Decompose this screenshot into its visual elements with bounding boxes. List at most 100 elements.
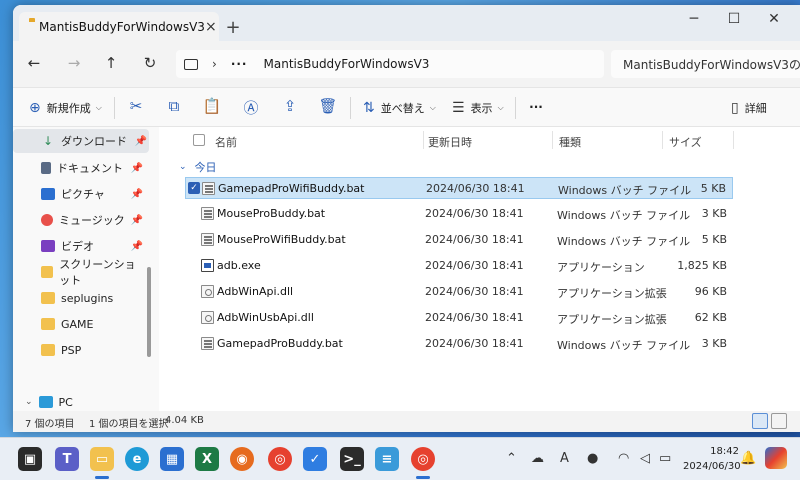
more-options-button[interactable]: ···	[525, 100, 547, 114]
column-type[interactable]: 種類	[559, 134, 581, 150]
new-button[interactable]: ⊕ 新規作成 ⌵	[29, 98, 102, 118]
ime-icon[interactable]: A	[560, 451, 569, 466]
refresh-button[interactable]: ↻	[138, 54, 162, 72]
sidebar-item-downloads[interactable]: ↓ ダウンロード 📌	[13, 129, 149, 153]
file-row[interactable]: MouseProWifiBuddy.bat 2024/06/30 18:41 W…	[185, 229, 733, 251]
volume-icon[interactable]: ◁	[640, 451, 650, 466]
view-button[interactable]: ☰ 表示 ⌵	[452, 98, 504, 118]
notepad-icon[interactable]: ≡	[375, 447, 399, 471]
search-placeholder: MantisBuddyForWindowsV3の検索	[623, 57, 800, 72]
paste-icon[interactable]: 📋	[201, 97, 223, 115]
edge-icon[interactable]: e	[125, 447, 149, 471]
file-explorer-icon[interactable]: ▭	[90, 447, 114, 471]
share-icon[interactable]: ⇪	[279, 97, 301, 115]
sort-button[interactable]: ⇅ 並べ替え ⌵	[363, 98, 436, 118]
back-button[interactable]: ←	[22, 54, 46, 72]
rename-icon[interactable]: Ⓐ	[240, 97, 262, 118]
bluetooth-icon[interactable]: ●	[587, 451, 598, 466]
new-button-label: 新規作成	[46, 102, 91, 115]
column-divider[interactable]	[552, 131, 553, 149]
sidebar-item-game[interactable]: GAME	[25, 312, 145, 336]
active-indicator	[416, 476, 430, 479]
sidebar-item-documents[interactable]: ドキュメント 📌	[25, 156, 145, 180]
title-bar: MantisBuddyForWindowsV3 × + ─ ☐ ✕	[13, 5, 800, 41]
chevron-up-icon[interactable]: ⌃	[506, 451, 517, 466]
breadcrumb-current-folder[interactable]: MantisBuddyForWindowsV3	[264, 57, 430, 71]
details-view-button[interactable]	[752, 413, 768, 429]
chrome-profile-icon[interactable]: ◎	[411, 447, 435, 471]
task-view-icon[interactable]: ▣	[18, 447, 42, 471]
store-icon[interactable]: ▦	[160, 447, 184, 471]
sort-icon: ⇅	[363, 100, 375, 116]
column-divider[interactable]	[733, 131, 734, 149]
delete-icon[interactable]: 🗑	[317, 97, 339, 115]
column-date[interactable]: 更新日時	[428, 134, 472, 150]
sidebar-item-screenshots[interactable]: スクリーンショット	[25, 258, 145, 287]
notification-bell-icon[interactable]: 🔔	[740, 451, 756, 466]
search-input[interactable]: MantisBuddyForWindowsV3の検索	[611, 50, 800, 78]
forward-button[interactable]: →	[62, 54, 86, 72]
up-button[interactable]: ↑	[99, 54, 123, 72]
maximize-button[interactable]: ☐	[716, 11, 752, 27]
details-button-label: 詳細	[744, 102, 767, 115]
close-button[interactable]: ✕	[756, 11, 792, 27]
column-divider[interactable]	[662, 131, 663, 149]
navigation-pane: ↓ ダウンロード 📌 ドキュメント 📌 ピクチャ 📌 ミュージック 📌 ビデオ …	[13, 127, 159, 411]
wifi-icon[interactable]: ◠	[618, 451, 629, 466]
excel-icon[interactable]: X	[195, 447, 219, 471]
sidebar-item-label: ピクチャ	[61, 188, 105, 201]
sidebar-item-seplugins[interactable]: seplugins	[25, 286, 145, 310]
sidebar-item-label: ミュージック	[59, 214, 125, 227]
new-tab-button[interactable]: +	[223, 17, 243, 38]
chevron-down-icon[interactable]: ⌄	[25, 397, 33, 407]
sidebar-item-pictures[interactable]: ピクチャ 📌	[25, 182, 145, 206]
file-row[interactable]: ✓ GamepadProWifiBuddy.bat 2024/06/30 18:…	[185, 177, 733, 199]
file-size: 5 KB	[700, 182, 726, 195]
terminal-icon[interactable]: >_	[340, 447, 364, 471]
breadcrumb-overflow-button[interactable]: ···	[231, 57, 248, 71]
column-size[interactable]: サイズ	[669, 134, 702, 150]
tiles-view-button[interactable]	[771, 413, 787, 429]
group-label: 今日	[194, 161, 217, 174]
minimize-button[interactable]: ─	[676, 11, 712, 27]
sidebar-item-music[interactable]: ミュージック 📌	[25, 208, 145, 232]
file-size: 5 KB	[701, 233, 727, 246]
file-row[interactable]: MouseProBuddy.bat 2024/06/30 18:41 Windo…	[185, 203, 733, 225]
view-button-label: 表示	[470, 102, 493, 115]
details-button[interactable]: ▯ 詳細	[731, 98, 767, 118]
file-size: 3 KB	[701, 337, 727, 350]
file-row[interactable]: AdbWinApi.dll 2024/06/30 18:41 アプリケーション拡…	[185, 281, 733, 303]
column-divider[interactable]	[423, 131, 424, 149]
file-date: 2024/06/30 18:41	[426, 182, 525, 195]
tab-active[interactable]: MantisBuddyForWindowsV3 ×	[19, 12, 219, 41]
group-header-today[interactable]: ⌄ 今日	[179, 159, 217, 175]
chrome-icon[interactable]: ◎	[268, 447, 292, 471]
tab-close-icon[interactable]: ×	[205, 19, 217, 35]
chevron-down-icon: ⌄	[179, 162, 187, 172]
file-row[interactable]: GamepadProBuddy.bat 2024/06/30 18:41 Win…	[185, 333, 733, 355]
column-name[interactable]: 名前	[215, 134, 237, 150]
copilot-icon[interactable]	[765, 447, 787, 469]
cloud-icon[interactable]: ☁	[531, 451, 544, 466]
sidebar-item-label: ドキュメント	[57, 162, 123, 175]
address-bar[interactable]: › ··· MantisBuddyForWindowsV3	[176, 50, 604, 78]
teams-icon[interactable]: T	[55, 447, 79, 471]
select-all-checkbox[interactable]	[193, 134, 205, 146]
battery-icon[interactable]: ▭	[659, 451, 671, 466]
cut-icon[interactable]: ✂	[125, 97, 147, 115]
pin-icon: 📌	[134, 135, 147, 147]
copy-icon[interactable]: ⧉	[163, 97, 185, 115]
file-name: GamepadProWifiBuddy.bat	[218, 182, 365, 195]
music-icon	[41, 214, 53, 226]
sidebar-item-videos[interactable]: ビデオ 📌	[25, 234, 145, 258]
row-checkbox-checked[interactable]: ✓	[188, 182, 200, 194]
sidebar-item-psp[interactable]: PSP	[25, 338, 145, 362]
firefox-icon[interactable]: ◉	[230, 447, 254, 471]
file-row[interactable]: adb.exe 2024/06/30 18:41 アプリケーション 1,825 …	[185, 255, 733, 277]
file-date: 2024/06/30 18:41	[425, 207, 524, 220]
todo-icon[interactable]: ✓	[303, 447, 327, 471]
clock[interactable]: 18:42 2024/06/30	[683, 444, 741, 474]
chevron-down-icon: ⌵	[497, 103, 504, 112]
file-row[interactable]: AdbWinUsbApi.dll 2024/06/30 18:41 アプリケーシ…	[185, 307, 733, 329]
sidebar-scrollbar[interactable]	[147, 267, 151, 357]
